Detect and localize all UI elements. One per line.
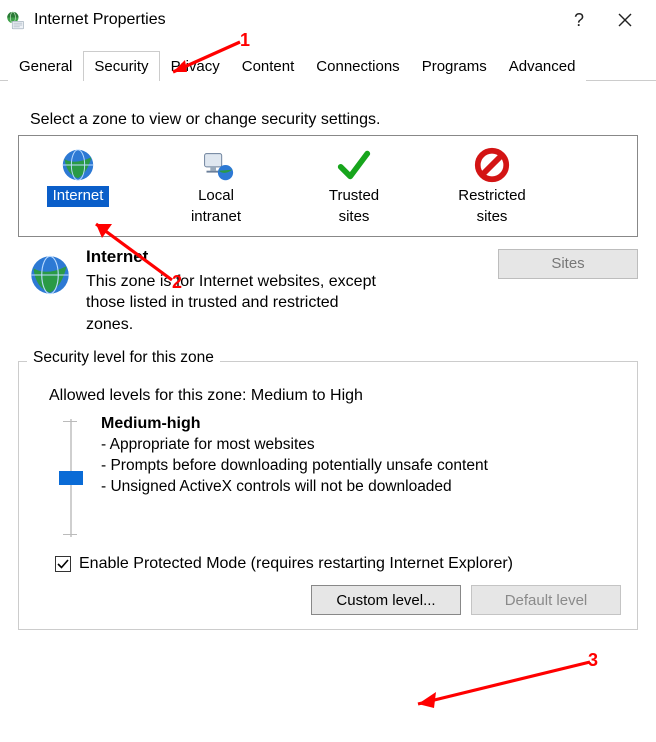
prohibited-icon bbox=[473, 146, 511, 184]
protected-mode-label: Enable Protected Mode (requires restarti… bbox=[79, 555, 513, 573]
zone-restricted-sites[interactable]: Restricted sites bbox=[437, 146, 547, 228]
tab-connections[interactable]: Connections bbox=[305, 51, 410, 81]
zone-trusted-sites[interactable]: Trusted sites bbox=[299, 146, 409, 228]
annotation-3: 3 bbox=[588, 650, 598, 671]
tab-general[interactable]: General bbox=[8, 51, 83, 81]
zone-restricted-label-2: sites bbox=[471, 207, 514, 228]
internet-options-icon bbox=[6, 10, 26, 30]
zone-trusted-label-1: Trusted bbox=[323, 186, 385, 207]
close-button[interactable] bbox=[602, 4, 648, 36]
selected-zone-name: Internet bbox=[86, 247, 486, 267]
tab-strip: General Security Privacy Content Connect… bbox=[0, 50, 656, 81]
tab-privacy[interactable]: Privacy bbox=[160, 51, 231, 81]
custom-level-button[interactable]: Custom level... bbox=[311, 585, 461, 615]
level-bullet-1: - Appropriate for most websites bbox=[101, 435, 488, 456]
intranet-icon bbox=[197, 146, 235, 184]
zone-intranet-label-2: intranet bbox=[185, 207, 247, 228]
zone-instruction: Select a zone to view or change security… bbox=[30, 111, 638, 129]
sites-button[interactable]: Sites bbox=[498, 249, 638, 279]
zone-intranet-label-1: Local bbox=[192, 186, 240, 207]
zone-list: Internet Local intranet Trusted sites bbox=[18, 135, 638, 237]
tab-security[interactable]: Security bbox=[83, 51, 159, 81]
annotation-arrow-3 bbox=[408, 656, 598, 716]
group-legend: Security level for this zone bbox=[27, 349, 220, 367]
titlebar: Internet Properties ? bbox=[0, 0, 656, 40]
allowed-levels-text: Allowed levels for this zone: Medium to … bbox=[49, 387, 625, 405]
tab-programs[interactable]: Programs bbox=[411, 51, 498, 81]
globe-icon bbox=[59, 146, 97, 184]
zone-internet-label: Internet bbox=[47, 186, 110, 207]
zone-local-intranet[interactable]: Local intranet bbox=[161, 146, 271, 228]
help-button[interactable]: ? bbox=[556, 4, 602, 36]
zone-trusted-label-2: sites bbox=[333, 207, 376, 228]
protected-mode-checkbox[interactable] bbox=[55, 556, 71, 572]
security-level-slider[interactable] bbox=[53, 419, 89, 539]
window-title: Internet Properties bbox=[34, 11, 556, 29]
level-bullet-2: - Prompts before downloading potentially… bbox=[101, 456, 488, 477]
globe-icon bbox=[28, 253, 72, 297]
tab-advanced[interactable]: Advanced bbox=[498, 51, 587, 81]
zone-description-row: Internet This zone is for Internet websi… bbox=[18, 247, 638, 336]
checkmark-icon bbox=[335, 146, 373, 184]
level-name: Medium-high bbox=[101, 415, 488, 433]
default-level-button[interactable]: Default level bbox=[471, 585, 621, 615]
security-level-group: Security level for this zone Allowed lev… bbox=[18, 361, 638, 630]
selected-zone-description: This zone is for Internet websites, exce… bbox=[86, 271, 386, 336]
level-bullet-3: - Unsigned ActiveX controls will not be … bbox=[101, 477, 488, 498]
tab-content[interactable]: Content bbox=[231, 51, 306, 81]
zone-internet[interactable]: Internet bbox=[23, 146, 133, 228]
zone-restricted-label-1: Restricted bbox=[452, 186, 532, 207]
security-panel: Select a zone to view or change security… bbox=[0, 81, 656, 630]
